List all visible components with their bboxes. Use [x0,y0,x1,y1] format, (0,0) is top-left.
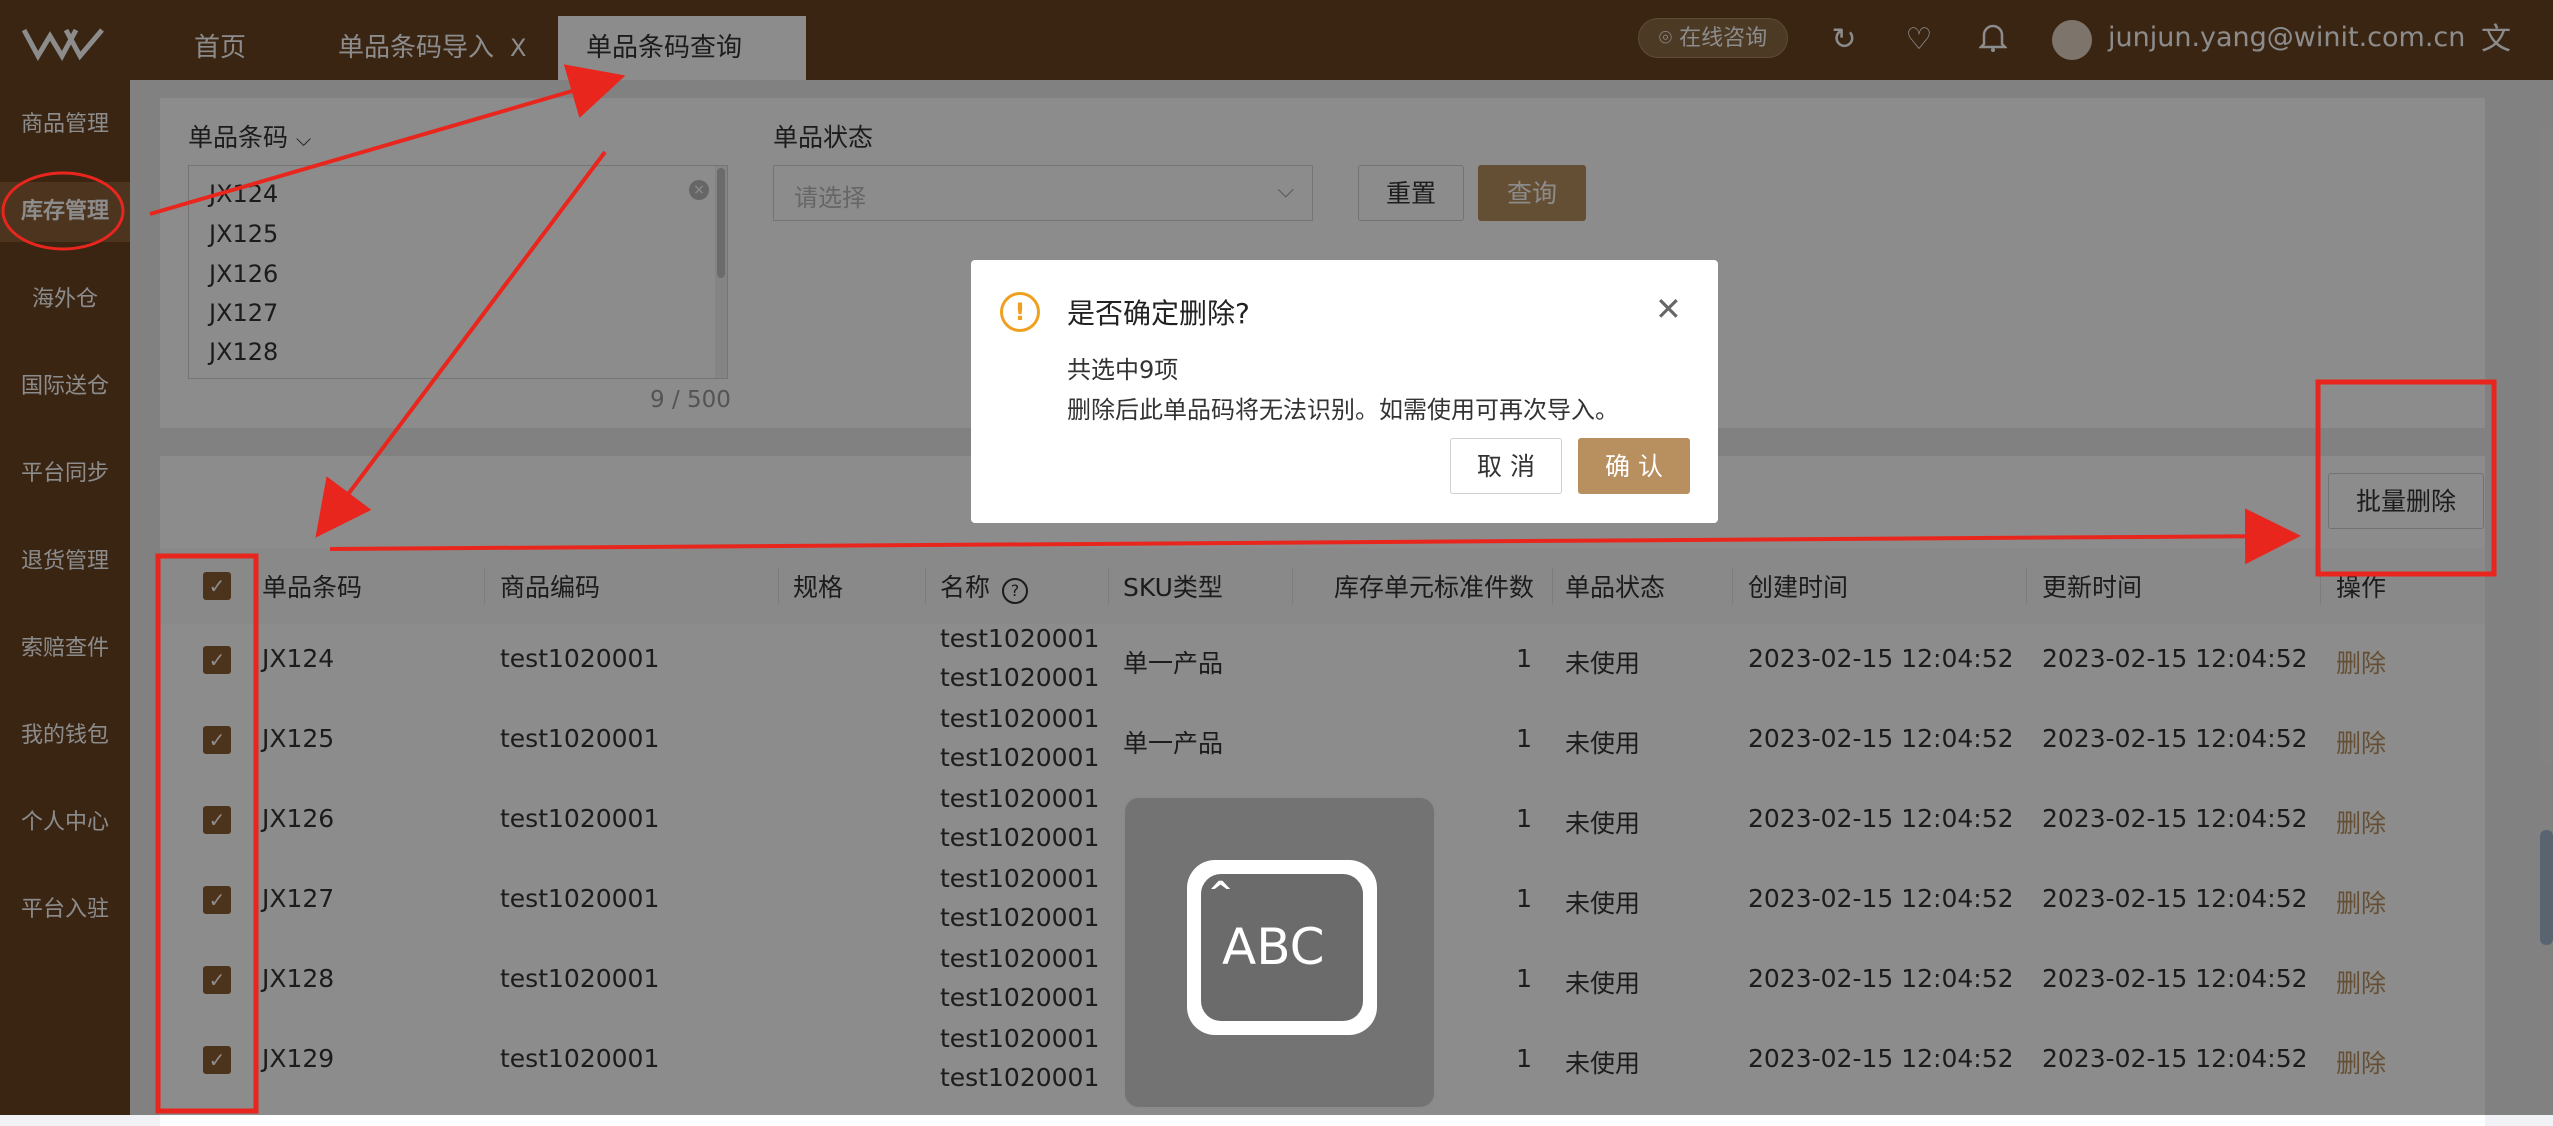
annotation-box-checkboxes [155,553,259,1114]
annotation-arrow [149,64,626,216]
annotation-layer [1,64,2497,1114]
annotation-arrow [329,508,2301,565]
annotation-box-batch-delete [2315,379,2497,577]
annotation-circle [1,171,125,251]
annotation-arrow [315,150,607,538]
